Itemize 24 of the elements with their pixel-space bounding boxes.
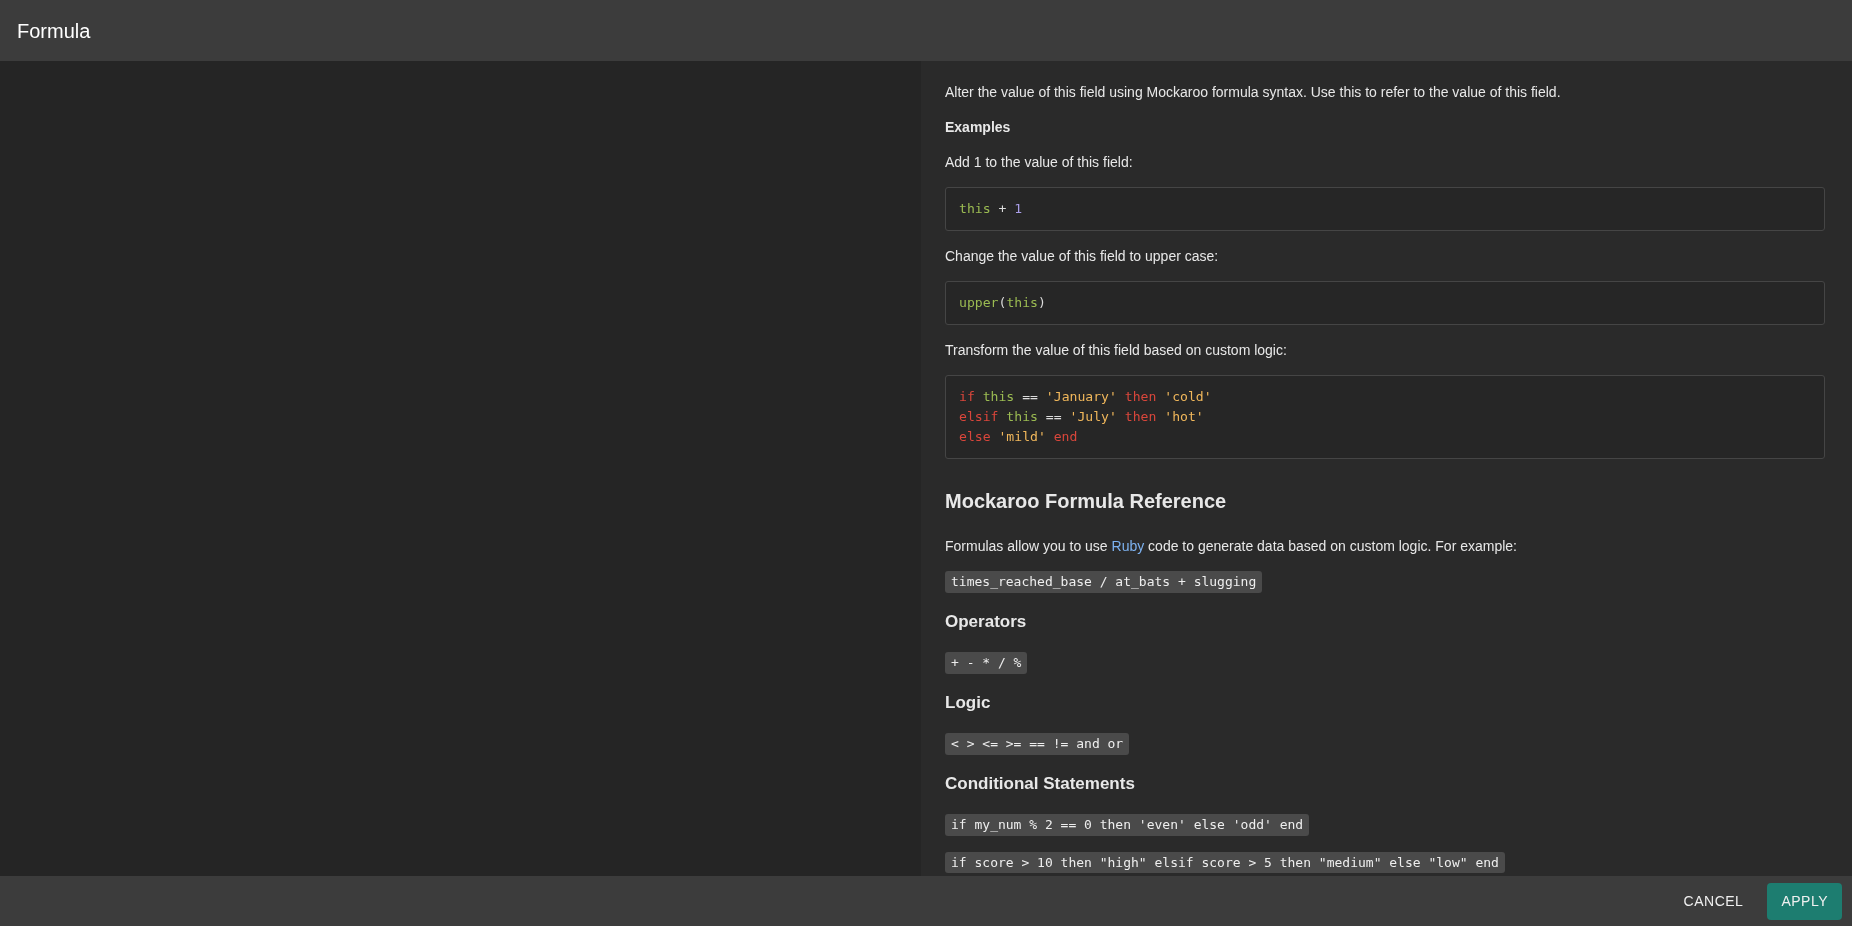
cancel-button[interactable]: CANCEL	[1669, 882, 1758, 920]
code-line: if this == 'January' then 'cold'	[959, 388, 1212, 406]
reference-heading: Mockaroo Formula Reference	[945, 489, 1228, 513]
section-heading: Logic	[945, 691, 992, 714]
code-snippet: times_reached_base / at_bats + slugging	[945, 571, 1263, 593]
apply-button[interactable]: APPLY	[1767, 882, 1842, 920]
description-text: Add 1 to the value of this field:	[945, 153, 1134, 172]
code-line: upper(this)	[959, 294, 1046, 312]
section-heading: Operators	[945, 610, 1028, 633]
code-line: elsif this == 'July' then 'hot'	[959, 408, 1204, 426]
description-text: Formulas allow you to use Ruby code to generate data based on custom logic. For example:	[945, 537, 1518, 556]
code-snippet: < > <= >= == != and or	[945, 733, 1130, 755]
description-text: Transform the value of this field based on custom logic:	[945, 341, 1288, 360]
section-label: Examples	[945, 118, 1012, 137]
section-heading: Conditional Statements	[945, 772, 1136, 795]
code-snippet: + - * / %	[945, 652, 1028, 674]
code-line: else 'mild' end	[959, 428, 1078, 446]
code-snippet: if score > 10 then "high" elsif score > 5 then "medium" else "low" end	[945, 851, 1505, 873]
description-text: Change the value of this field to upper case:	[945, 247, 1220, 266]
description-text: Alter the value of this field using Mockaroo formula syntax. Use this to refer to the value of this field.	[945, 83, 1562, 102]
code-snippet: if my_num % 2 == 0 then 'even' else 'odd' end	[945, 814, 1310, 836]
code-line: this + 1	[959, 200, 1023, 218]
ruby-link[interactable]: Ruby	[1111, 538, 1145, 554]
dialog-title: Formula	[17, 18, 91, 43]
